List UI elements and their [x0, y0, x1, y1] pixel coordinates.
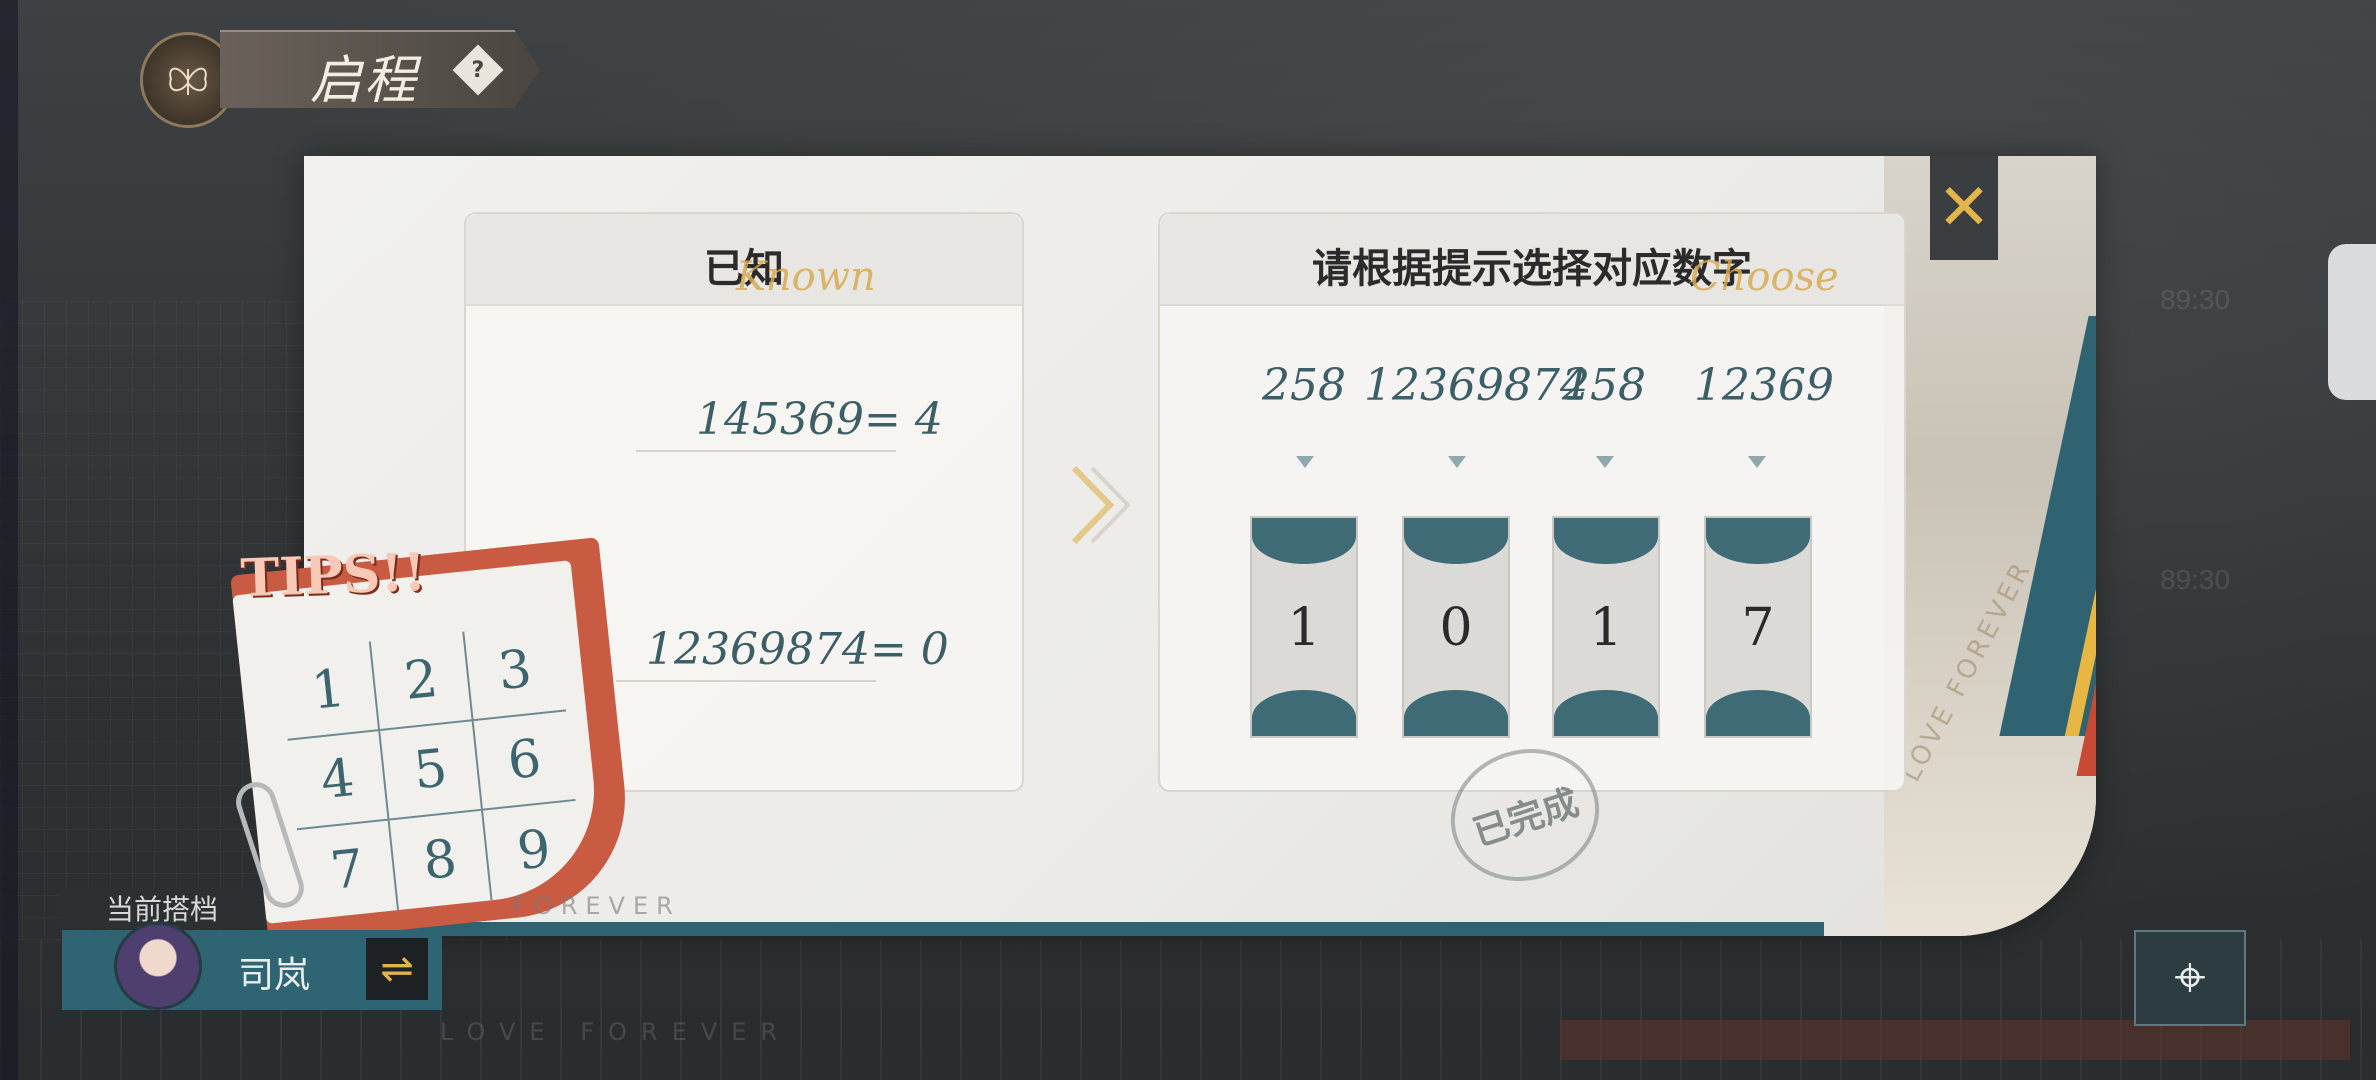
chevron-right-icon — [1070, 460, 1131, 550]
down-arrow-icon — [1448, 456, 1466, 468]
choose-script: Choose — [1690, 254, 1839, 300]
down-arrow-icon — [1296, 456, 1314, 468]
down-arrow-icon — [1596, 456, 1614, 468]
close-button[interactable]: ✕ — [1930, 156, 1998, 260]
known-equation: 12369874= 0 — [646, 624, 949, 675]
tips-numpad: 1 2 3 4 5 6 7 8 9 — [278, 621, 585, 920]
partner-widget: 当前搭档 司岚 ⇌ — [62, 888, 442, 1014]
dialog-bottom-bar — [304, 922, 1824, 936]
digit-value: 1 — [1287, 598, 1321, 658]
forever-text: FOREVER — [512, 892, 681, 920]
known-script: Known — [736, 254, 876, 300]
known-equation: 145369= 4 — [696, 394, 943, 445]
digit-slot[interactable]: 7 — [1704, 516, 1812, 738]
numpad-cell: 9 — [514, 818, 554, 883]
numpad-cell: 6 — [473, 711, 576, 811]
question-icon: ? — [471, 57, 485, 83]
numpad-cell: 1 — [278, 641, 381, 741]
digit-slot[interactable]: 0 — [1402, 516, 1510, 738]
choose-panel-header: 请根据提示选择对应数字 Choose — [1160, 214, 1904, 306]
equation-guide — [636, 450, 896, 452]
title-banner: 启程 ? — [140, 26, 550, 128]
hint-label: 12369 — [1694, 360, 1834, 411]
down-arrow-icon — [1748, 456, 1766, 468]
digit-slot[interactable]: 1 — [1552, 516, 1660, 738]
swap-icon: ⇌ — [380, 946, 414, 992]
numpad-cell: 5 — [380, 721, 483, 821]
map-button[interactable]: ⌖ — [2134, 930, 2246, 1026]
numpad-cell: 3 — [463, 621, 567, 722]
digit-value: 0 — [1439, 598, 1473, 658]
choose-panel: 请根据提示选择对应数字 Choose 258 12369874 258 1236… — [1158, 212, 1906, 792]
equation-guide — [616, 680, 876, 682]
partner-avatar[interactable] — [114, 922, 202, 1010]
hint-label: 258 — [1562, 360, 1646, 411]
tips-title: TIPS!! — [239, 541, 428, 610]
completed-stamp-text: 已完成 — [1468, 782, 1584, 855]
known-panel-header: 已知 Known — [466, 214, 1022, 306]
page-title: 启程 — [310, 51, 419, 111]
partner-name: 司岚 — [238, 955, 311, 996]
numpad-cell: 2 — [371, 631, 474, 731]
numpad-cell: 4 — [287, 730, 390, 831]
digit-value: 7 — [1741, 598, 1775, 658]
side-tab[interactable] — [2328, 244, 2376, 400]
location-icon: ⌖ — [2174, 945, 2206, 1010]
digit-value: 1 — [1589, 598, 1623, 658]
swap-partner-button[interactable]: ⇌ — [366, 938, 428, 1000]
digit-slot[interactable]: 1 — [1250, 516, 1358, 738]
close-icon: ✕ — [1937, 171, 1991, 245]
